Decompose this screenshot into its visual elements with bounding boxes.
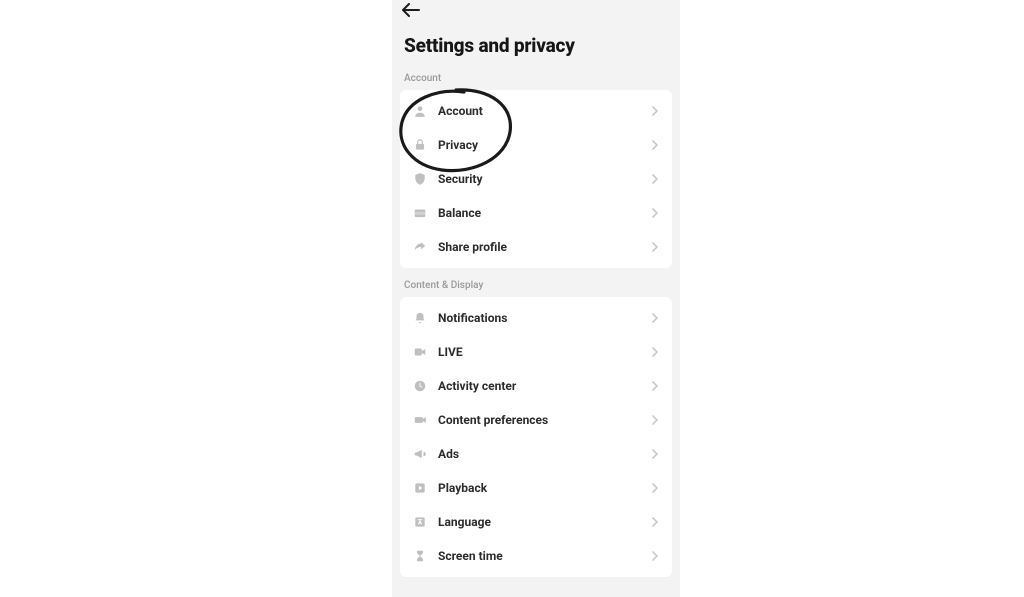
arrow-left-icon (402, 2, 420, 21)
row-label: Account (428, 104, 650, 118)
row-label: Language (428, 515, 650, 529)
row-privacy[interactable]: Privacy (400, 128, 672, 162)
chevron-right-icon (650, 449, 660, 459)
shield-icon (412, 171, 428, 187)
row-label: Activity center (428, 379, 650, 393)
clock-icon (412, 378, 428, 394)
row-label: Content preferences (428, 413, 650, 427)
wallet-icon (412, 205, 428, 221)
section-card-account: Account Privacy Security Balance Share p… (400, 90, 672, 268)
bell-icon (412, 310, 428, 326)
section-label-content-display: Content & Display (392, 280, 680, 297)
row-label: Privacy (428, 138, 650, 152)
chevron-right-icon (650, 517, 660, 527)
row-label: Ads (428, 447, 650, 461)
row-screen-time[interactable]: Screen time (400, 539, 672, 573)
language-icon (412, 514, 428, 530)
row-label: Notifications (428, 311, 650, 325)
person-icon (412, 103, 428, 119)
back-button[interactable] (402, 2, 428, 20)
chevron-right-icon (650, 313, 660, 323)
row-label: Share profile (428, 240, 650, 254)
row-language[interactable]: Language (400, 505, 672, 539)
page-title: Settings and privacy (392, 20, 680, 73)
row-notifications[interactable]: Notifications (400, 301, 672, 335)
top-bar (392, 0, 680, 20)
section-card-content-display: Notifications LIVE Activity center Conte… (400, 297, 672, 577)
row-label: Screen time (428, 549, 650, 563)
section-label-account: Account (392, 73, 680, 90)
row-content-preferences[interactable]: Content preferences (400, 403, 672, 437)
lock-icon (412, 137, 428, 153)
row-live[interactable]: LIVE (400, 335, 672, 369)
chevron-right-icon (650, 415, 660, 425)
chevron-right-icon (650, 381, 660, 391)
row-ads[interactable]: Ads (400, 437, 672, 471)
row-share-profile[interactable]: Share profile (400, 230, 672, 264)
chevron-right-icon (650, 174, 660, 184)
row-label: LIVE (428, 345, 650, 359)
chevron-right-icon (650, 140, 660, 150)
share-icon (412, 239, 428, 255)
row-activity-center[interactable]: Activity center (400, 369, 672, 403)
chevron-right-icon (650, 242, 660, 252)
chevron-right-icon (650, 483, 660, 493)
row-account[interactable]: Account (400, 94, 672, 128)
film-icon (412, 412, 428, 428)
row-playback[interactable]: Playback (400, 471, 672, 505)
chevron-right-icon (650, 551, 660, 561)
settings-screen: Settings and privacy Account Account Pri… (392, 0, 680, 597)
row-label: Security (428, 172, 650, 186)
video-icon (412, 344, 428, 360)
row-security[interactable]: Security (400, 162, 672, 196)
hourglass-icon (412, 548, 428, 564)
play-icon (412, 480, 428, 496)
megaphone-icon (412, 446, 428, 462)
row-label: Playback (428, 481, 650, 495)
chevron-right-icon (650, 347, 660, 357)
row-balance[interactable]: Balance (400, 196, 672, 230)
chevron-right-icon (650, 208, 660, 218)
row-label: Balance (428, 206, 650, 220)
chevron-right-icon (650, 106, 660, 116)
